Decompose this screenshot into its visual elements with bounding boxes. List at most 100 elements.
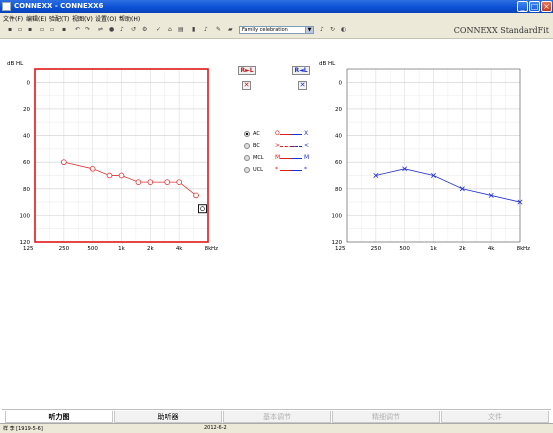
left-ear-audiogram[interactable]: dB HL020406080100120125 250 500 1k 2k 4k 8k Hz <box>317 56 537 276</box>
minimize-button[interactable]: _ <box>517 1 528 12</box>
right-db-tick: 60 <box>23 160 30 166</box>
title-bar: CONNEXX - CONNEXX6 _ □ × <box>0 0 553 13</box>
legend-ucl-blue-symbol: * <box>304 166 307 173</box>
tab-audiogram[interactable]: 听力图 <box>5 411 113 423</box>
menu-file[interactable]: 文件(F) <box>3 14 23 23</box>
bar-icon[interactable]: ▮ <box>192 27 198 33</box>
hearing-aid-icon[interactable]: ◐ <box>341 27 347 33</box>
radio-ucl[interactable] <box>244 167 250 173</box>
music-icon[interactable]: ♪ <box>320 27 326 33</box>
tab-file[interactable]: 文件 <box>441 411 549 423</box>
status-icon[interactable]: ● <box>109 27 115 33</box>
device-icon[interactable]: ▰ <box>228 27 234 33</box>
right-ear-button[interactable]: R►L <box>238 66 256 75</box>
legend-ac[interactable]: AC O X <box>244 130 314 140</box>
right-freq-tick: 250 <box>59 246 70 252</box>
right-hz-label: Hz <box>211 246 218 252</box>
right-threshold-line <box>63 161 197 196</box>
legend-mcl-blue-symbol: M <box>304 154 310 161</box>
note-icon[interactable]: ♪ <box>204 27 210 33</box>
legend-bc[interactable]: BC > < <box>244 142 314 152</box>
legend-ucl[interactable]: UCL * * <box>244 166 314 176</box>
legend-ac-blue-symbol: X <box>304 130 309 137</box>
right-marker <box>164 179 170 185</box>
legend-mcl[interactable]: MCL M M <box>244 154 314 164</box>
tab-fine-tuning[interactable]: 精细调节 <box>332 411 440 423</box>
radio-ac[interactable] <box>244 131 250 137</box>
left-db-tick: 0 <box>339 80 343 86</box>
tab-bar: 听力图 助听器 基本调节 精细调节 文件 <box>2 409 551 424</box>
edit-icon[interactable]: ✎ <box>216 27 222 33</box>
left-unit-label: dB HL <box>319 61 336 67</box>
maximize-button[interactable]: □ <box>529 1 540 12</box>
sound-icon[interactable]: ♪ <box>120 27 126 33</box>
brand-label: CONNEXX StandardFit <box>453 26 549 35</box>
legend-bc-blue-symbol: < <box>304 142 310 149</box>
right-marker <box>193 192 199 199</box>
undo-icon[interactable]: ↶ <box>75 27 81 33</box>
cursor-box[interactable] <box>197 204 207 214</box>
radio-mcl[interactable] <box>244 155 250 161</box>
app-icon <box>2 2 11 11</box>
feedback-icon[interactable]: ↺ <box>131 27 137 33</box>
right-freq-tick: 2k <box>147 246 154 252</box>
right-marker <box>118 172 125 179</box>
chevron-down-icon[interactable]: ▼ <box>305 26 314 34</box>
right-freq-tick: 500 <box>87 246 98 252</box>
right-freq-tick: 4k <box>176 246 183 252</box>
menu-view[interactable]: 视图(V) <box>72 14 93 23</box>
legend-ac-label: AC <box>253 131 260 137</box>
check-icon[interactable]: ✓ <box>156 27 162 33</box>
cut-icon[interactable]: ▫ <box>40 27 46 33</box>
left-db-tick: 60 <box>335 160 342 166</box>
open-icon[interactable]: ▫ <box>18 27 24 33</box>
left-mute-icon[interactable]: ✕ <box>298 81 307 90</box>
window-title: CONNEXX - CONNEXX6 <box>14 2 104 10</box>
right-db-tick: 40 <box>23 134 30 140</box>
menu-bar: 文件(F) 编辑(E) 验配(T) 视图(V) 设置(O) 帮助(H) <box>0 13 553 23</box>
left-ear-button[interactable]: R◄L <box>292 66 310 75</box>
right-unit-label: dB HL <box>7 61 24 67</box>
copy-icon[interactable]: ▫ <box>50 27 56 33</box>
left-db-tick: 40 <box>335 134 342 140</box>
legend-ucl-red-symbol: * <box>275 166 278 173</box>
right-mute-icon[interactable]: ✕ <box>242 81 251 90</box>
right-db-tick: 100 <box>20 213 31 219</box>
menu-edit[interactable]: 编辑(E) <box>26 14 46 23</box>
menu-help[interactable]: 帮助(H) <box>119 14 140 23</box>
left-freq-tick: 1k <box>430 246 437 252</box>
left-freq-tick: 125 <box>335 246 346 252</box>
tool-icon[interactable]: ⌂ <box>168 27 174 33</box>
right-marker <box>106 172 113 179</box>
menu-fitting[interactable]: 验配(T) <box>49 14 69 23</box>
menu-settings[interactable]: 设置(O) <box>95 14 116 23</box>
program-dropdown[interactable]: Family celebration <box>239 26 314 34</box>
legend-mcl-label: MCL <box>253 155 264 161</box>
right-freq-tick: 1k <box>118 246 125 252</box>
settings-icon[interactable]: ⚙ <box>142 27 148 33</box>
radio-bc[interactable] <box>244 143 250 149</box>
right-db-tick: 20 <box>23 107 30 113</box>
right-db-tick: 80 <box>23 187 30 193</box>
left-freq-tick: 2k <box>459 246 466 252</box>
save-icon[interactable]: ▪ <box>8 27 14 33</box>
paste-icon[interactable]: ▪ <box>62 27 68 33</box>
client-info: 样 李 [1919-5-6] <box>3 426 43 432</box>
tab-basic-tuning[interactable]: 基本调节 <box>223 411 331 423</box>
right-db-tick: 0 <box>27 80 31 86</box>
refresh-icon[interactable]: ↻ <box>330 27 336 33</box>
right-marker <box>89 166 96 172</box>
print-icon[interactable]: ▪ <box>28 27 34 33</box>
redo-icon[interactable]: ↷ <box>85 27 91 33</box>
right-marker <box>135 179 142 185</box>
status-date: 2012-6-2 <box>204 425 227 431</box>
tab-hearing-aid[interactable]: 助听器 <box>114 411 222 423</box>
legend-ucl-label: UCL <box>253 167 263 173</box>
chart-icon[interactable]: ▤ <box>178 27 184 33</box>
legend-bc-label: BC <box>253 143 260 149</box>
connect-icon[interactable]: ⇌ <box>98 27 104 33</box>
right-ear-audiogram[interactable]: dB HL020406080100120125 250 500 1k 2k 4k 8k Hz <box>5 56 225 276</box>
close-button[interactable]: × <box>541 1 552 12</box>
left-db-tick: 80 <box>335 187 342 193</box>
right-freq-tick: 125 <box>23 246 34 252</box>
